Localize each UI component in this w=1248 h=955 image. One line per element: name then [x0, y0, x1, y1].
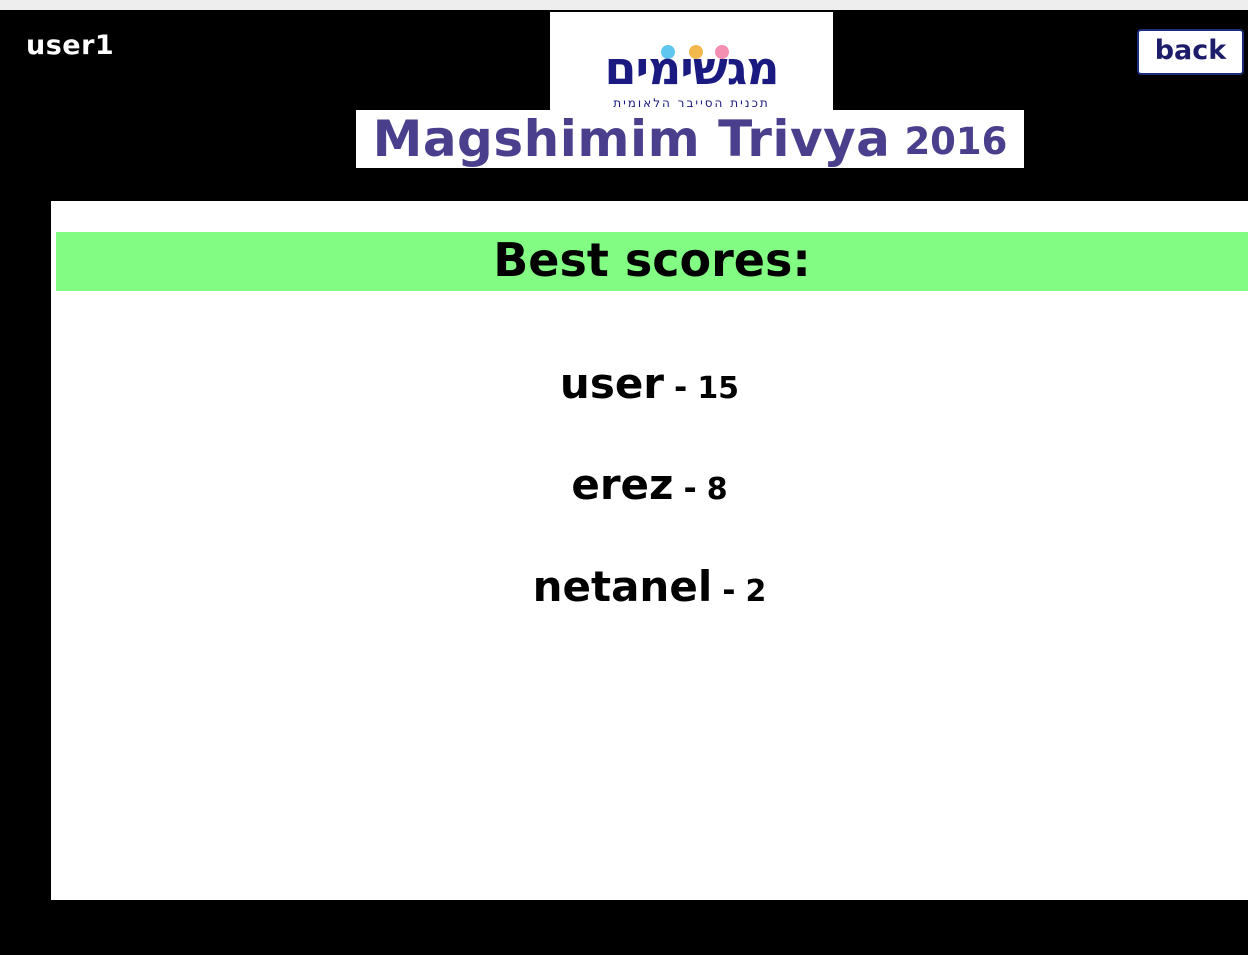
player-name: erez [571, 460, 674, 509]
score-row: netanel -2 [51, 562, 1248, 611]
app-title-text: Magshimim Trivya [372, 110, 891, 168]
scores-panel: Best scores: user -15 erez -8 netanel -2 [51, 201, 1248, 900]
score-row: user -15 [51, 359, 1248, 408]
player-name: user [559, 359, 665, 408]
player-score: 15 [697, 371, 740, 406]
window-top-strip [0, 0, 1248, 10]
player-score: 2 [745, 574, 767, 609]
score-separator: - [674, 368, 688, 406]
score-separator: - [683, 469, 697, 507]
score-row: erez -8 [51, 460, 1248, 509]
back-button[interactable]: back [1137, 29, 1244, 75]
logo-tagline: תכנית הסייבר הלאומית [613, 96, 770, 110]
player-score: 8 [706, 472, 728, 507]
score-separator: - [722, 571, 736, 609]
current-username: user1 [26, 30, 115, 61]
best-scores-heading: Best scores: [56, 232, 1248, 291]
logo-hebrew-name: מגשימים [604, 41, 779, 95]
magshimim-logo: מגשימים תכנית הסייבר הלאומית [550, 12, 833, 110]
app-title-year: 2016 [904, 120, 1008, 163]
app-title: Magshimim Trivya 2016 [356, 110, 1024, 168]
player-name: netanel [532, 562, 713, 611]
